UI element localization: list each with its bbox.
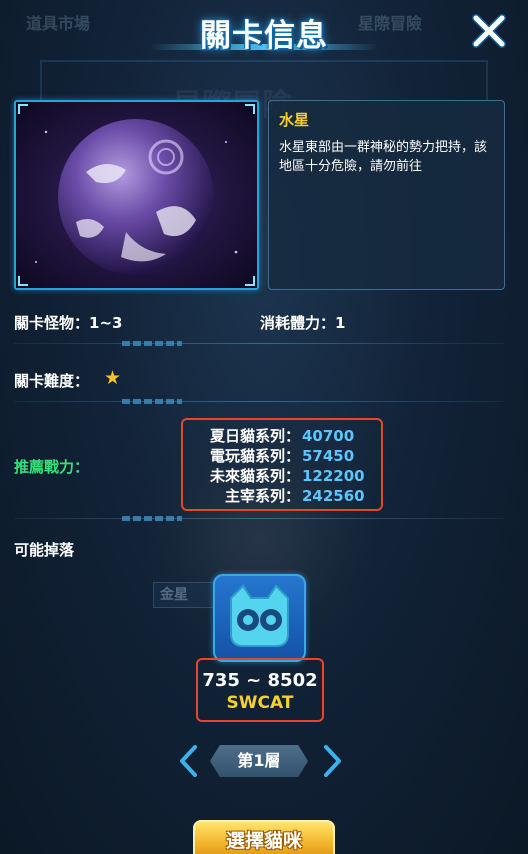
cat-series-name: 主宰系列： xyxy=(224,487,300,505)
cat-series-name: 電玩貓系列： xyxy=(209,447,300,465)
recommended-power-row: 未來貓系列： 122200 xyxy=(183,466,381,486)
recommended-power-value: 122200 xyxy=(302,467,365,485)
cat-mask-icon xyxy=(230,584,289,647)
possible-drops-label: 可能掉落 xyxy=(14,541,75,559)
drop-item-card[interactable] xyxy=(213,574,306,662)
select-cat-button[interactable]: 選擇貓咪 xyxy=(193,820,335,854)
chevron-left-icon xyxy=(180,745,197,777)
previous-floor-button[interactable] xyxy=(177,744,199,778)
page-title: 關卡信息 xyxy=(200,18,328,54)
recommended-power-value: 242560 xyxy=(302,487,365,505)
divider xyxy=(14,398,504,406)
recommended-power-box: 夏日貓系列： 40700 電玩貓系列： 57450 未來貓系列： 122200 … xyxy=(181,418,383,511)
next-floor-button[interactable] xyxy=(322,744,344,778)
background-plate: 金星 xyxy=(153,582,215,608)
divider xyxy=(14,515,504,523)
stage-description: 水星東部由一群神秘的勢力把持，該地區十分危險，請勿前往 xyxy=(279,140,488,174)
drop-reward-box: 735 ~ 8502 SWCAT xyxy=(196,658,324,722)
chevron-right-icon xyxy=(324,745,341,777)
recommended-power-row: 電玩貓系列： 57450 xyxy=(183,446,381,466)
stage-description-panel: 水星 水星東部由一群神秘的勢力把持，該地區十分危險，請勿前往 xyxy=(268,100,505,290)
close-icon xyxy=(472,14,506,48)
cat-series-name: 夏日貓系列： xyxy=(209,427,300,445)
drop-amount-range: 735 ~ 8502 xyxy=(202,670,318,691)
stamina-cost: 消耗體力：1 xyxy=(260,314,346,332)
floor-indicator: 第1層 xyxy=(210,745,308,777)
stage-name: 水星 xyxy=(279,111,310,129)
recommended-power-value: 40700 xyxy=(302,427,355,445)
recommended-power-value: 57450 xyxy=(302,447,355,465)
difficulty-star-icon: ★ xyxy=(104,367,122,389)
close-button[interactable] xyxy=(470,12,508,50)
recommended-power-row: 主宰系列： 242560 xyxy=(183,486,381,506)
difficulty-label: 關卡難度： xyxy=(14,372,90,390)
title-bar: 關卡信息 xyxy=(0,0,528,64)
cat-series-name: 未來貓系列： xyxy=(209,467,300,485)
recommended-power-label: 推薦戰力： xyxy=(14,458,90,476)
recommended-power-row: 夏日貓系列： 40700 xyxy=(183,426,381,446)
drop-token-name: SWCAT xyxy=(226,693,294,713)
planet-image-frame xyxy=(14,100,259,290)
mercury-planet-image xyxy=(16,102,257,288)
divider xyxy=(14,340,504,348)
stage-monsters: 關卡怪物：1~3 xyxy=(14,314,123,332)
